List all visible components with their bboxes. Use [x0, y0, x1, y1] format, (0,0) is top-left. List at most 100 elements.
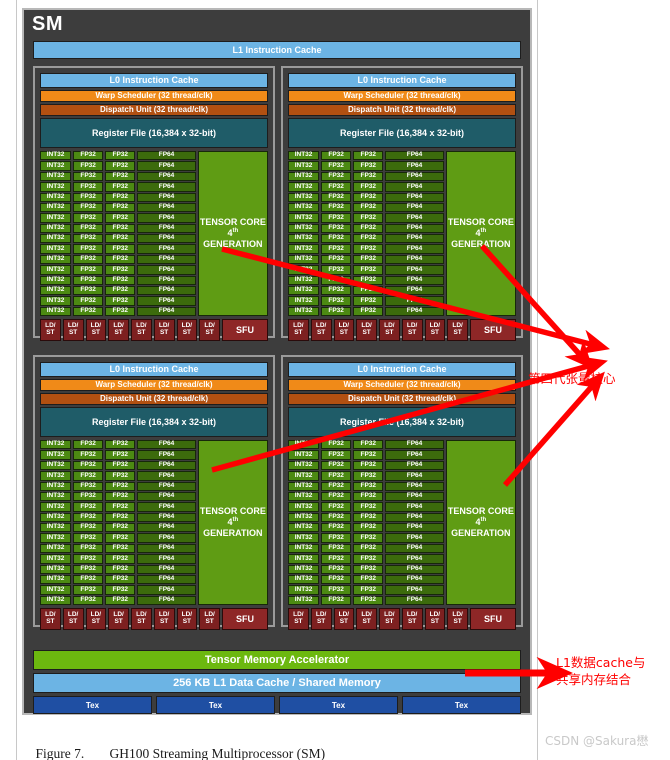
ldst-unit: LD/ST — [424, 608, 446, 630]
fp32-core: FP32 — [353, 585, 384, 595]
int32-core: INT32 — [288, 254, 320, 265]
ldst-unit: LD/ST — [108, 319, 129, 341]
fp64-core: FP64 — [385, 213, 444, 223]
fp32-core: FP32 — [105, 574, 136, 585]
ldst-unit: LD/ST — [176, 608, 198, 630]
fp32-core: FP32 — [73, 460, 104, 471]
sfu-unit: SFU — [222, 319, 268, 341]
int32-core: INT32 — [40, 533, 72, 543]
int32-core: INT32 — [40, 275, 72, 285]
tensor-core-block: TENSOR CORE 4th GENERATION — [197, 440, 268, 605]
fp32-core: FP32 — [321, 285, 352, 296]
ldst-unit: LD/ST — [356, 608, 377, 630]
fp32-core: FP32 — [353, 275, 384, 285]
int32-core: INT32 — [288, 564, 320, 574]
fp32-core: FP32 — [105, 306, 136, 316]
fp32-core: FP32 — [73, 440, 104, 450]
fp32-core: FP32 — [353, 564, 384, 574]
annotation-l1-cache-note: L1数据cache与 共享内存结合 — [556, 655, 646, 687]
fp64-core: FP64 — [137, 213, 196, 223]
int32-core: INT32 — [288, 161, 320, 171]
fp32-core-column-b: FP32 FP32 FP32 FP32 FP32 FP32 FP32 FP32 FP32 FP32… — [105, 151, 136, 316]
fp32-core: FP32 — [321, 223, 352, 233]
fp64-core: FP64 — [137, 564, 196, 574]
int32-core: INT32 — [288, 171, 320, 182]
fp64-core: FP64 — [385, 523, 444, 533]
fp64-core: FP64 — [385, 554, 444, 564]
fp32-core-column-a: FP32 FP32 FP32 FP32 FP32 FP32 FP32 FP32 FP32 FP32… — [73, 151, 104, 316]
int32-core: INT32 — [40, 491, 72, 502]
int32-core: INT32 — [288, 471, 320, 481]
ldst-unit: LD/ST — [40, 319, 61, 341]
tensor-core-label-line1: TENSOR CORE — [447, 505, 514, 516]
fp32-core: FP32 — [321, 234, 352, 244]
int32-core: INT32 — [40, 440, 72, 450]
dispatch-unit-block: Dispatch Unit (32 thread/clk) — [40, 104, 268, 116]
fp64-core: FP64 — [137, 192, 196, 202]
fp64-core: FP64 — [385, 244, 444, 254]
int32-core: INT32 — [40, 574, 72, 585]
ldst-unit: LD/ST — [131, 319, 152, 341]
int32-core: INT32 — [288, 523, 320, 533]
fp32-core: FP32 — [353, 296, 384, 306]
int32-core-column: INT32 INT32 INT32 INT32 INT32 INT32 INT32 INT32… — [288, 440, 320, 605]
fp32-core: FP32 — [353, 512, 384, 522]
core-grid: INT32 INT32 INT32 INT32 INT32 INT32 INT32 INT32… — [40, 440, 268, 605]
processing-block-1: L0 Instruction Cache Warp Scheduler (32 t… — [281, 66, 523, 341]
tensor-core-label-line2: 4th GENERATION — [451, 227, 511, 250]
fp32-core: FP32 — [321, 512, 352, 522]
int32-core: INT32 — [288, 234, 320, 244]
int32-core: INT32 — [288, 192, 320, 202]
int32-core: INT32 — [40, 254, 72, 265]
fp32-core: FP32 — [321, 296, 352, 306]
fp32-core: FP32 — [321, 471, 352, 481]
fp32-core: FP32 — [73, 481, 104, 491]
ldst-sfu-row: LD/ST LD/ST LD/ST LD/ST LD/ST LD/ST LD/ST LD/ST… — [40, 319, 268, 341]
fp32-core: FP32 — [73, 151, 104, 161]
fp32-core: FP32 — [73, 202, 104, 213]
int32-core: INT32 — [40, 151, 72, 161]
ldst-unit: LD/ST — [401, 319, 423, 341]
fp64-core: FP64 — [137, 275, 196, 285]
l0-instruction-cache-block: L0 Instruction Cache — [40, 362, 268, 377]
ldst-sfu-row: LD/ST LD/ST LD/ST LD/ST LD/ST LD/ST LD/ST LD/ST… — [40, 608, 268, 630]
ldst-unit: LD/ST — [108, 608, 129, 630]
ldst-unit: LD/ST — [401, 608, 423, 630]
int32-core: INT32 — [40, 213, 72, 223]
core-grid: INT32 INT32 INT32 INT32 INT32 INT32 INT32 INT32… — [40, 151, 268, 316]
ldst-unit: LD/ST — [379, 608, 400, 630]
fp32-core: FP32 — [105, 471, 136, 481]
ldst-sfu-row: LD/ST LD/ST LD/ST LD/ST LD/ST LD/ST LD/ST LD/ST… — [288, 608, 516, 630]
int32-core: INT32 — [40, 585, 72, 595]
int32-core: INT32 — [288, 460, 320, 471]
int32-core: INT32 — [288, 574, 320, 585]
fp32-core: FP32 — [105, 202, 136, 213]
texture-unit-row: Tex Tex Tex Tex — [33, 696, 521, 714]
int32-core: INT32 — [288, 223, 320, 233]
fp32-core: FP32 — [353, 254, 384, 265]
fp32-core: FP32 — [321, 275, 352, 285]
fp64-core: FP64 — [137, 460, 196, 471]
int32-core: INT32 — [288, 585, 320, 595]
sfu-unit: SFU — [470, 608, 516, 630]
fp32-core: FP32 — [321, 161, 352, 171]
ldst-unit: LD/ST — [62, 319, 84, 341]
fp64-core-column: FP64 FP64 FP64 FP64 FP64 FP64 FP64 FP64 FP64 FP64… — [385, 440, 444, 605]
fp32-core: FP32 — [73, 296, 104, 306]
warp-scheduler-block: Warp Scheduler (32 thread/clk) — [40, 90, 268, 102]
fp32-core: FP32 — [321, 192, 352, 202]
int32-core: INT32 — [288, 244, 320, 254]
fp32-core: FP32 — [353, 450, 384, 460]
fp64-core: FP64 — [137, 234, 196, 244]
fp32-core-column-b: FP32 FP32 FP32 FP32 FP32 FP32 FP32 FP32 FP32 FP32… — [353, 440, 384, 605]
fp32-core: FP32 — [353, 213, 384, 223]
texture-unit: Tex — [402, 696, 521, 714]
fp64-core: FP64 — [385, 285, 444, 296]
int32-core: INT32 — [40, 502, 72, 512]
fp32-core: FP32 — [321, 564, 352, 574]
int32-core: INT32 — [40, 182, 72, 192]
ldst-unit: LD/ST — [310, 608, 332, 630]
fp32-core: FP32 — [353, 440, 384, 450]
fp64-core: FP64 — [137, 533, 196, 543]
fp32-core: FP32 — [73, 543, 104, 554]
